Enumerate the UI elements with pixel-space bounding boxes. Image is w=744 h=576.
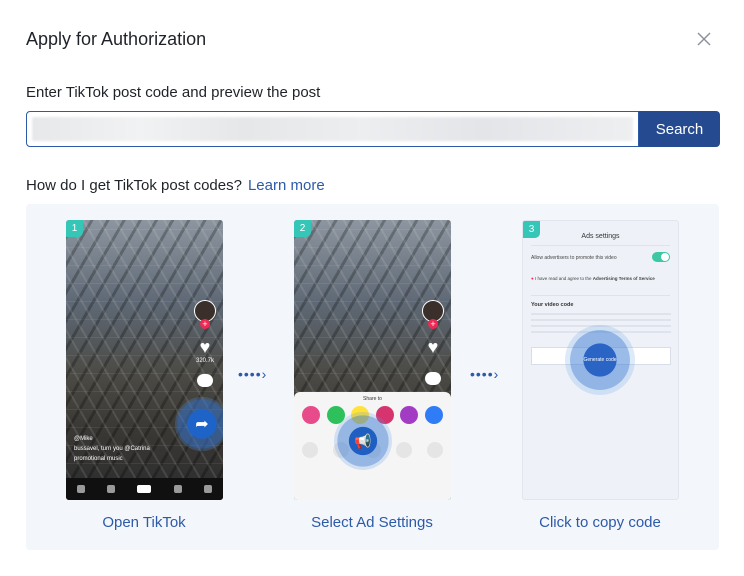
avatar: [194, 300, 216, 329]
caption-music: promotional music: [74, 456, 123, 462]
share-icon: ➦: [175, 397, 223, 451]
not-interested-icon: [302, 442, 318, 458]
video-caption: @Mike bussavel, turn you @Catrina promot…: [74, 434, 150, 464]
heart-icon: ♥: [427, 337, 439, 357]
tiktok-nav-bar: [66, 478, 223, 500]
step-1-badge: 1: [66, 220, 83, 237]
save-icon: [395, 442, 412, 458]
home-icon: [77, 485, 86, 493]
comment-icon: [197, 374, 213, 387]
tiktok-side-actions: ♥ 320.7k: [193, 300, 217, 387]
share-sheet-title: Share to: [363, 396, 382, 402]
heart-icon: ♥: [199, 337, 211, 357]
divider: [531, 295, 670, 296]
terms-link: Advertising Terms of Service: [592, 276, 655, 281]
ad-settings-icon: 📢: [334, 412, 392, 470]
step-2-badge: 2: [294, 220, 311, 237]
search-button[interactable]: Search: [639, 111, 720, 147]
profile-icon: [203, 485, 212, 493]
discover-icon: [107, 485, 116, 493]
generate-code-button-preview: Generate code: [565, 325, 635, 395]
post-code-input[interactable]: [26, 111, 639, 147]
message-share-icon: [302, 406, 320, 424]
create-icon: [137, 485, 152, 493]
like-count: 320.7k: [195, 358, 214, 364]
learn-more-link[interactable]: Learn more: [248, 177, 325, 194]
favorite-icon: [427, 442, 443, 458]
terms-text: ● I have read and agree to the Advertisi…: [531, 275, 666, 282]
step-arrow-icon: ••••›: [470, 366, 500, 382]
avatar: [422, 300, 444, 329]
caption-user: @Mike: [74, 436, 93, 442]
step-3-badge: 3: [523, 221, 540, 238]
dialog-title: Apply for Authorization: [26, 29, 207, 49]
allow-advertisers-label: Allow advertisers to promote this video: [531, 255, 617, 261]
comment-icon: [425, 372, 441, 385]
step-2-label: Select Ad Settings: [311, 514, 433, 531]
share-sheet: Share to 📢: [294, 392, 451, 500]
step-3-label: Click to copy code: [539, 514, 661, 531]
post-code-label: Enter TikTok post code and preview the p…: [26, 84, 321, 101]
allow-advertisers-toggle: [652, 252, 670, 262]
messenger-share-icon: [424, 406, 443, 424]
help-question: How do I get TikTok post codes?: [26, 177, 242, 194]
video-code-label: Your video code: [531, 302, 574, 308]
help-row: How do I get TikTok post codes? Learn mor…: [26, 177, 325, 194]
generate-code-label: Generate code: [583, 356, 617, 363]
step-arrow-icon: ••••›: [238, 366, 268, 382]
steps-panel: 1 ♥ 320.7k ➦ @Mike bussavel, turn you @C…: [26, 204, 719, 550]
step-1-screenshot: 1 ♥ 320.7k ➦ @Mike bussavel, turn you @C…: [66, 220, 223, 500]
divider: [531, 245, 670, 246]
inbox-icon: [173, 485, 182, 493]
caption-text: bussavel, turn you @Catrina: [74, 446, 150, 452]
step-3-screenshot: 3 Ads settings Allow advertisers to prom…: [522, 220, 679, 500]
terms-prefix: I have read and agree to the: [534, 276, 592, 281]
check-icon: ●: [531, 276, 534, 281]
authorization-dialog: Apply for Authorization Enter TikTok pos…: [0, 0, 744, 576]
step-2-screenshot: 2 ♥ Share to: [294, 220, 451, 500]
tiktok-side-actions: ♥: [421, 300, 445, 385]
stories-share-icon: [400, 406, 419, 424]
step-1-label: Open TikTok: [102, 514, 186, 531]
ads-settings-title: Ads settings: [581, 233, 620, 240]
close-icon[interactable]: [693, 28, 715, 50]
